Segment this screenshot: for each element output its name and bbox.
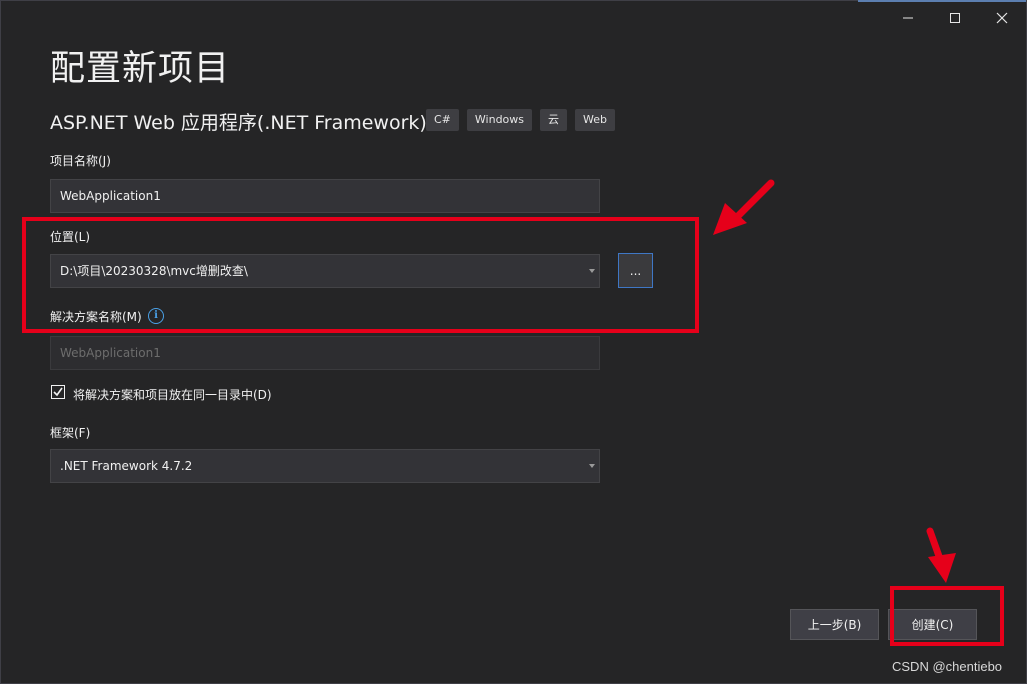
tag-csharp: C# [426, 109, 459, 131]
minimize-button[interactable] [888, 6, 928, 30]
tag-web: Web [575, 109, 615, 131]
same-directory-label[interactable]: 将解决方案和项目放在同一目录中(D) [73, 386, 272, 403]
close-icon [996, 12, 1008, 24]
annotation-highlight-create [890, 586, 1004, 646]
maximize-icon [950, 13, 960, 23]
tag-windows: Windows [466, 109, 533, 131]
solution-name-input[interactable]: WebApplication1 [50, 336, 600, 370]
project-template-name: ASP.NET Web 应用程序(.NET Framework) [50, 112, 427, 134]
framework-select[interactable]: .NET Framework 4.7.2 [50, 449, 600, 483]
title-bar-accent [858, 0, 1026, 2]
framework-value: .NET Framework 4.7.2 [60, 459, 193, 473]
project-name-label: 项目名称(J) [50, 154, 111, 168]
annotation-arrow-icon [713, 179, 775, 235]
watermark: CSDN @chentiebo [892, 659, 1003, 674]
maximize-button[interactable] [935, 6, 975, 30]
project-name-input[interactable]: WebApplication1 [50, 179, 600, 213]
close-button[interactable] [982, 6, 1022, 30]
minimize-icon [903, 17, 913, 19]
template-tags: C# Windows 云 Web [426, 109, 615, 131]
same-directory-checkbox[interactable] [51, 385, 65, 399]
framework-label: 框架(F) [50, 426, 91, 440]
chevron-down-icon[interactable] [589, 464, 595, 468]
annotation-highlight-location [22, 217, 699, 333]
back-button[interactable]: 上一步(B) [790, 609, 879, 640]
checkmark-icon [53, 387, 63, 397]
annotation-arrow-icon [926, 527, 956, 583]
tag-cloud: 云 [540, 109, 568, 131]
page-title: 配置新项目 [50, 49, 231, 89]
